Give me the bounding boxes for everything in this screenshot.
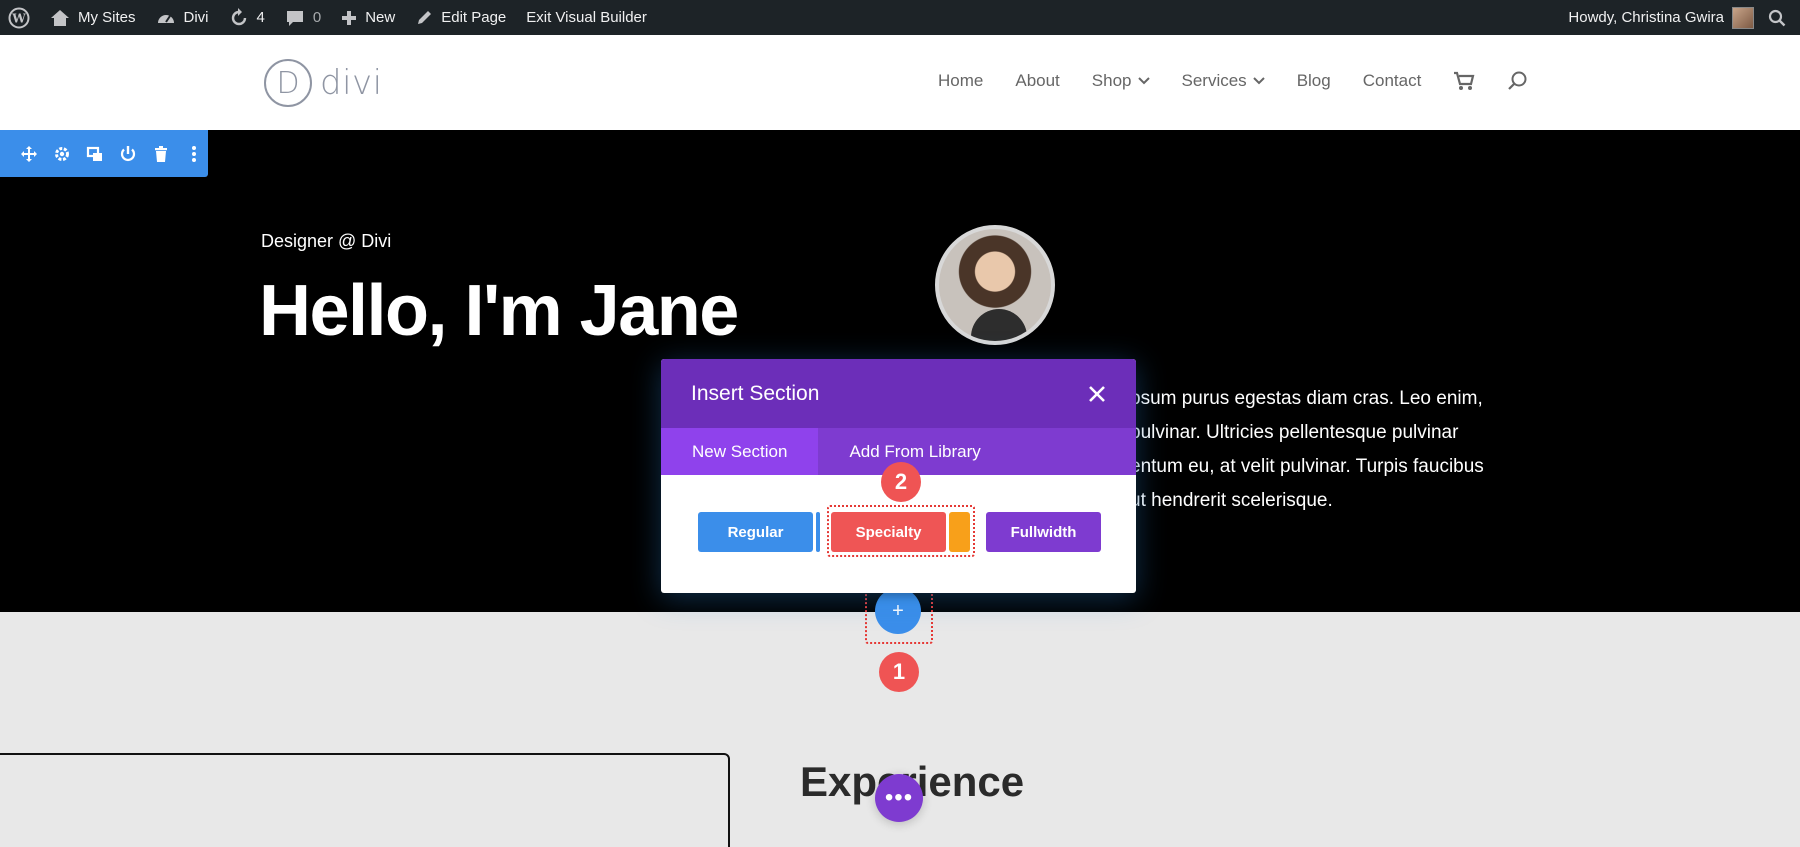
howdy-label: Howdy, Christina Gwira: [1568, 9, 1724, 26]
dashboard-gauge-icon: [157, 14, 174, 23]
nav-item-services[interactable]: Services: [1182, 71, 1265, 91]
cart-icon[interactable]: [1453, 71, 1475, 91]
hero-body-text: psum purus egestas diam cras. Leo enim, …: [1130, 382, 1530, 518]
my-sites-link[interactable]: My Sites: [50, 9, 136, 27]
exit-visual-builder-link[interactable]: Exit Visual Builder: [526, 9, 647, 26]
modal-header: Insert Section: [661, 359, 1136, 428]
nav-label: Home: [938, 71, 984, 90]
exit-builder-label: Exit Visual Builder: [526, 9, 647, 26]
duplicate-icon[interactable]: [84, 143, 105, 164]
builder-more-button[interactable]: •••: [875, 774, 923, 822]
chevron-down-icon: [1252, 77, 1265, 85]
power-icon[interactable]: [117, 143, 138, 164]
tab-new-section[interactable]: New Section: [661, 428, 819, 475]
move-icon[interactable]: [18, 143, 39, 164]
hero-title: Hello, I'm Jane: [259, 271, 739, 351]
close-icon[interactable]: [1088, 385, 1106, 403]
site-name-label: Divi: [183, 9, 209, 26]
user-avatar: [1732, 6, 1754, 29]
nav-item-about[interactable]: About: [1015, 71, 1059, 91]
site-logo[interactable]: D divi: [264, 59, 383, 107]
updates-link[interactable]: 4: [229, 7, 265, 28]
admin-bar-right: Howdy, Christina Gwira: [1568, 0, 1786, 35]
chevron-down-icon: [1137, 77, 1150, 85]
nav-item-home[interactable]: Home: [938, 71, 983, 91]
logo-mark: D: [264, 59, 312, 107]
wordpress-logo-icon[interactable]: W: [8, 7, 30, 29]
site-header: D divi Home About Shop Services Blog Con…: [0, 35, 1800, 130]
plus-icon: [342, 10, 357, 25]
admin-bar-left: W My Sites Divi 4 0 New Edit Page Exit V…: [8, 0, 647, 35]
regular-accent-bar: [816, 512, 820, 552]
comments-link[interactable]: 0: [285, 9, 321, 27]
account-menu[interactable]: Howdy, Christina Gwira: [1568, 6, 1754, 29]
nav-label: Services: [1181, 71, 1247, 90]
my-sites-label: My Sites: [78, 9, 136, 26]
step-marker-2: 2: [881, 462, 921, 502]
fullwidth-section-button[interactable]: Fullwidth: [986, 512, 1101, 552]
search-icon[interactable]: [1507, 70, 1529, 92]
regular-section-button[interactable]: Regular: [698, 512, 813, 552]
nav-item-shop[interactable]: Shop: [1092, 71, 1150, 91]
gear-icon[interactable]: [51, 143, 72, 164]
modal-title: Insert Section: [691, 381, 820, 405]
pencil-icon: [418, 10, 432, 24]
hero-subtitle: Designer @ Divi: [261, 231, 392, 251]
new-content-link[interactable]: New: [341, 9, 395, 26]
more-vertical-icon[interactable]: [183, 143, 204, 164]
svg-text:W: W: [11, 11, 26, 25]
step-marker-1: 1: [879, 652, 919, 692]
body-line: ut hendrerit scelerisque.: [1130, 490, 1333, 511]
edit-page-link[interactable]: Edit Page: [415, 9, 506, 27]
profile-photo: [935, 225, 1055, 345]
site-name-link[interactable]: Divi: [156, 9, 209, 27]
edit-page-label: Edit Page: [441, 9, 507, 26]
nav-label: Shop: [1091, 71, 1132, 90]
nav-label: Blog: [1296, 71, 1331, 90]
body-line: pulvinar. Ultricies pellentesque pulvina…: [1130, 422, 1459, 443]
logo-text: divi: [320, 63, 383, 103]
sites-house-icon: [51, 9, 69, 26]
wp-admin-bar: W My Sites Divi 4 0 New Edit Page Exit V…: [0, 0, 1800, 35]
body-line: entum eu, at velit pulvinar. Turpis fauc…: [1130, 456, 1484, 477]
refresh-icon: [231, 7, 246, 25]
highlight-specialty: [827, 505, 975, 557]
main-nav: Home About Shop Services Blog Contact: [938, 70, 1561, 92]
comment-bubble-icon: [286, 10, 303, 26]
decorative-outline-box: [0, 753, 730, 847]
new-label: New: [365, 9, 396, 26]
nav-label: Contact: [1362, 71, 1422, 90]
nav-label: About: [1015, 71, 1060, 90]
admin-search-icon[interactable]: [1768, 9, 1786, 27]
trash-icon[interactable]: [150, 143, 171, 164]
nav-item-contact[interactable]: Contact: [1363, 71, 1422, 91]
section-settings-toolbar: [0, 130, 208, 177]
updates-count: 4: [256, 9, 265, 26]
body-line: psum purus egestas diam cras. Leo enim,: [1130, 388, 1483, 409]
nav-item-blog[interactable]: Blog: [1297, 71, 1331, 91]
comments-count: 0: [312, 9, 322, 26]
